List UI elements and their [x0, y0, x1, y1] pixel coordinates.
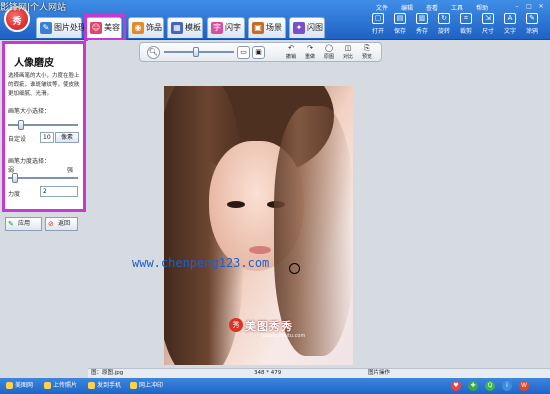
save-button[interactable]: ▤ 保存 [389, 13, 411, 35]
window-controls: – □ ✕ [510, 2, 546, 11]
open-button[interactable]: ▢ 打开 [367, 13, 389, 35]
text-button[interactable]: A 文字 [499, 13, 521, 35]
menu-help[interactable]: 帮助 [476, 5, 488, 12]
rotate-button[interactable]: ↻ 旋转 [433, 13, 455, 35]
zoom-slider[interactable] [164, 47, 234, 57]
link-upload[interactable]: 上传照片 [44, 378, 77, 394]
fit-window-icon[interactable]: ▭ [237, 46, 250, 59]
upload-icon [44, 382, 51, 389]
original-button[interactable]: ◯ 原图 [319, 44, 339, 60]
site-watermark: www.chenpeng123.com [132, 256, 270, 270]
panel-highlight [2, 41, 86, 212]
watermark-title: 影锋网|个人网站 [0, 3, 67, 13]
doodle-button[interactable]: ✎ 涂鸦 [521, 13, 543, 35]
tab-template[interactable]: ▦ 模板 [167, 17, 203, 38]
original-icon: ◯ [325, 44, 333, 52]
meitu-icon [6, 382, 13, 389]
print-icon [130, 382, 137, 389]
text-icon: A [504, 13, 516, 24]
status-bar: 图：原图.jpg 348 * 479 图片操作 [88, 368, 550, 378]
back-icon: ⊘ [48, 220, 54, 228]
pencil-icon: ✎ [8, 220, 14, 228]
photo-eye-left [227, 201, 245, 208]
flash-image-icon: ✦ [293, 22, 305, 34]
template-icon: ▦ [171, 22, 183, 34]
open-icon: ▢ [372, 13, 384, 24]
status-mode: 图片操作 [368, 370, 391, 376]
link-meitu[interactable]: 美图网 [6, 378, 33, 394]
xiu-save-button[interactable]: ▥ 秀存 [411, 13, 433, 35]
save-icon: ▤ [394, 13, 406, 24]
photo-watermark: 美图秀秀 [245, 320, 293, 333]
undo-icon: ↶ [288, 44, 294, 52]
apply-button[interactable]: ✎ 应用 [5, 217, 42, 231]
bottom-bar: 美图网 上传照片 发到手机 网上冲印 ♥ ✚ Q i W [0, 378, 550, 394]
crop-icon: ⌗ [460, 13, 472, 24]
preview-icon: ⎘ [364, 44, 370, 52]
photo-lips [249, 246, 271, 254]
tab-accessory[interactable]: ◉ 饰品 [128, 17, 164, 38]
redo-button[interactable]: ↷ 重做 [300, 44, 320, 60]
phone-icon [88, 382, 95, 389]
tab-flash-text[interactable]: 字闪字 [207, 17, 245, 38]
tab-scene[interactable]: ▣ 场景 [248, 17, 286, 38]
picture-edit-icon: ✎ [40, 22, 52, 34]
xiu-save-icon: ▥ [416, 13, 428, 24]
info-icon[interactable]: i [502, 381, 512, 391]
zoom-out-icon[interactable]: 🔍︎ [147, 46, 160, 59]
share-icon[interactable]: ✚ [468, 381, 478, 391]
status-file: 图：原图.jpg [91, 370, 124, 376]
link-send-phone[interactable]: 发到手机 [88, 378, 121, 394]
menu-file[interactable]: 文件 [376, 5, 388, 12]
compare-button[interactable]: ◫ 对比 [338, 44, 358, 60]
qq-icon[interactable]: Q [485, 381, 495, 391]
compare-icon: ◫ [344, 44, 352, 52]
preview-button[interactable]: ⎘ 预览 [357, 44, 377, 60]
redo-icon: ↷ [307, 44, 313, 52]
maximize-icon[interactable]: □ [524, 3, 534, 11]
resize-button[interactable]: ⇲ 尺寸 [477, 13, 499, 35]
menu-bar: 文件 编辑 查看 工具 帮助 [376, 3, 501, 12]
menu-edit[interactable]: 编辑 [401, 5, 413, 12]
rotate-icon: ↻ [438, 13, 450, 24]
flash-text-icon: 字 [211, 22, 223, 34]
link-print[interactable]: 网上冲印 [130, 378, 163, 394]
heart-icon[interactable]: ♥ [451, 381, 461, 391]
view-toolbar: 🔍︎ ▭ ▣ ↶ 撤销 ↷ 重做 ◯ 原图 ◫ 对比 ⎘ 预览 [139, 42, 382, 62]
brush-cursor [289, 263, 300, 274]
menu-tools[interactable]: 工具 [451, 5, 463, 12]
doodle-icon: ✎ [526, 13, 538, 24]
weibo-icon[interactable]: W [519, 381, 529, 391]
tab-picture-edit[interactable]: ✎ 图片处理 [36, 17, 86, 38]
back-button[interactable]: ⊘ 返回 [45, 217, 78, 231]
title-bar: 秀 影锋网|个人网站 文件 编辑 查看 工具 帮助 – □ ✕ ✎ 图片处理 ☺ 美容 ◉ 饰品 … [0, 0, 550, 40]
meitu-logo: 秀 [229, 318, 243, 332]
crop-button[interactable]: ⌗ 裁剪 [455, 13, 477, 35]
photo-watermark-url: xiuxiu.meitu.com [262, 333, 306, 339]
actual-size-icon[interactable]: ▣ [252, 46, 265, 59]
active-tab-highlight [84, 14, 126, 41]
scene-icon: ▣ [252, 22, 264, 34]
close-icon[interactable]: ✕ [536, 3, 546, 11]
accessory-icon: ◉ [132, 22, 144, 34]
menu-view[interactable]: 查看 [426, 5, 438, 12]
tab-flash-image[interactable]: ✦ 闪图 [289, 17, 325, 38]
undo-button[interactable]: ↶ 撤销 [281, 44, 301, 60]
status-size: 348 * 479 [254, 370, 282, 376]
resize-icon: ⇲ [482, 13, 494, 24]
zoom-slider-handle[interactable] [193, 47, 199, 57]
minimize-icon[interactable]: – [512, 3, 522, 11]
